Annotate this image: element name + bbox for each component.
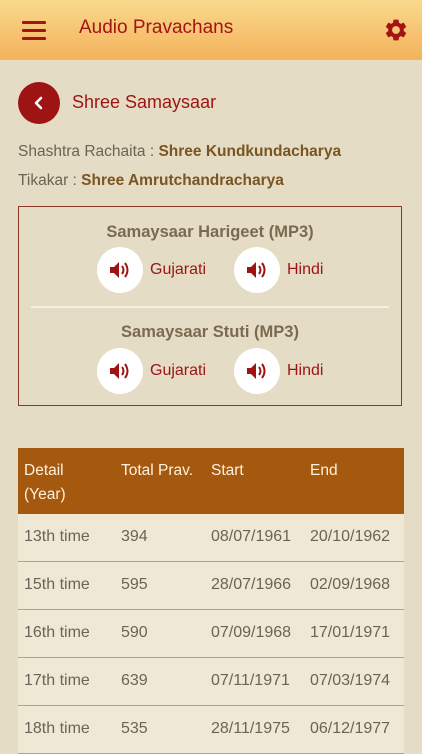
header-end: End [310,462,338,479]
header-total: Total Prav. [121,462,194,479]
rachaita-label: Shashtra Rachaita : [18,143,159,160]
header-detail-line1: Detail [24,462,64,479]
tikakar-info: Tikakar : Shree Amrutchandracharya [18,172,284,190]
cell-start: 08/07/1961 [211,528,292,545]
cell-start: 28/11/1975 [211,720,290,737]
harigeet-gujarati-label[interactable]: Gujarati [150,261,206,279]
page-title: Shree Samaysaar [72,92,217,112]
cell-detail: 18th time [24,720,90,737]
table-row[interactable]: 16th time 590 07/09/1968 17/01/1971 [18,610,404,658]
table-header: Detail (Year) Total Prav. Start End [18,448,404,514]
divider [31,306,389,308]
harigeet-hindi-play-button[interactable] [234,247,280,293]
cell-total: 590 [121,624,148,641]
cell-end: 20/10/1962 [310,528,391,545]
app-title: Audio Pravachans [79,17,234,38]
stuti-hindi-label[interactable]: Hindi [287,362,323,380]
cell-total: 394 [121,528,148,545]
tikakar-label: Tikakar : [18,172,82,189]
cell-detail: 13th time [24,528,90,545]
stuti-gujarati-play-button[interactable] [97,348,143,394]
speaker-icon [110,262,129,278]
app-bar: Audio Pravachans [0,0,422,60]
cell-total: 535 [121,720,148,737]
speaker-icon [247,363,266,379]
header-start: Start [211,462,244,479]
harigeet-hindi-label[interactable]: Hindi [287,261,323,279]
header-detail-line2: (Year) [24,486,66,503]
pravachan-table: Detail (Year) Total Prav. Start End 13th… [18,448,404,754]
rachaita-info: Shashtra Rachaita : Shree Kundkundachary… [18,143,341,161]
table-row[interactable]: 17th time 639 07/11/1971 07/03/1974 [18,658,404,706]
cell-start: 07/09/1968 [211,624,292,641]
cell-end: 17/01/1971 [310,624,391,641]
stuti-gujarati-label[interactable]: Gujarati [150,362,206,380]
chevron-left-icon [34,96,43,110]
audio-box: Samaysaar Harigeet (MP3) Gujarati Hindi … [18,206,402,406]
stuti-title: Samaysaar Stuti (MP3) [121,323,299,341]
cell-total: 595 [121,576,148,593]
rachaita-value: Shree Kundkundacharya [158,143,342,160]
cell-detail: 17th time [24,672,90,689]
hamburger-menu-icon[interactable] [20,19,48,41]
cell-start: 28/07/1966 [211,576,292,593]
harigeet-title: Samaysaar Harigeet (MP3) [106,223,314,241]
harigeet-gujarati-play-button[interactable] [97,247,143,293]
speaker-icon [247,262,266,278]
table-row[interactable]: 15th time 595 28/07/1966 02/09/1968 [18,562,404,610]
cell-end: 06/12/1977 [310,720,391,737]
table-row[interactable]: 13th time 394 08/07/1961 20/10/1962 [18,514,404,562]
header-detail: Detail (Year) [24,459,66,507]
cell-end: 07/03/1974 [310,672,391,689]
cell-start: 07/11/1971 [211,672,290,689]
speaker-icon [110,363,129,379]
cell-total: 639 [121,672,148,689]
gear-icon[interactable] [383,17,409,43]
cell-detail: 16th time [24,624,90,641]
back-button[interactable] [18,82,60,124]
tikakar-value: Shree Amrutchandracharya [81,172,284,189]
cell-detail: 15th time [24,576,90,593]
table-row[interactable]: 18th time 535 28/11/1975 06/12/1977 [18,706,404,754]
cell-end: 02/09/1968 [310,576,391,593]
stuti-hindi-play-button[interactable] [234,348,280,394]
